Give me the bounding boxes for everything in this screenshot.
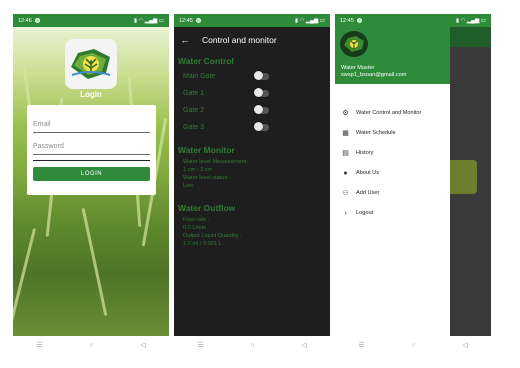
menu-label: Add User — [356, 190, 380, 196]
status-time: 12:45 — [340, 17, 354, 24]
home-icon[interactable]: ○ — [411, 342, 415, 349]
page-title: Control and monitor — [202, 34, 277, 45]
system-nav-bar: ☰ ○ ◁ — [13, 336, 169, 354]
status-icons: ▮ ◠ ▂▄▆ ▭ — [134, 17, 164, 24]
notification-icon — [356, 18, 362, 23]
back-icon[interactable]: ◁ — [140, 341, 145, 349]
drawer-phone-screen: 12:45 ▮ ◠ ▂▄▆ ▭ Water Master swsp1_bsoan… — [335, 14, 491, 354]
user-email: swsp1_bsoan@gmail.com — [341, 72, 407, 78]
gate-2-toggle[interactable] — [254, 105, 269, 114]
back-icon[interactable]: ◁ — [301, 341, 306, 349]
gate-label: Gate 3 — [183, 123, 205, 131]
menu-item-add-user[interactable]: ⚇ Add User — [335, 185, 450, 201]
logo-icon — [344, 36, 364, 52]
status-icons: ▮ ◠ ▂▄▆ ▭ — [295, 17, 325, 24]
login-title: Login — [80, 90, 102, 99]
divider — [33, 160, 150, 161]
logo-icon — [71, 49, 111, 79]
avatar — [340, 31, 368, 57]
email-field[interactable]: Email — [33, 119, 150, 133]
menu-item-history[interactable]: ▤ History — [335, 145, 450, 161]
output-quantity-value: 1.0 ml / 0.001 L — [183, 241, 222, 247]
status-time: 12:45 — [179, 17, 193, 24]
status-bar: 12:46 ▮ ◠ ▂▄▆ ▭ — [13, 14, 169, 27]
gate-1-toggle[interactable] — [254, 88, 269, 97]
status-bar: 12:45 ▮ ◠ ▂▄▆ ▭ — [174, 14, 330, 27]
info-icon: ● — [343, 169, 348, 177]
password-field[interactable]: Password — [33, 141, 150, 155]
drawer-header: Water Master swsp1_bsoan@gmail.com — [335, 27, 450, 84]
water-control-heading: Water Control — [178, 56, 234, 66]
level-measurement-value: 1 cm - 3 cm — [183, 167, 213, 173]
calendar-icon: ▦ — [342, 130, 349, 137]
navigation-drawer: Water Master swsp1_bsoan@gmail.com ⚙ Wat… — [335, 27, 450, 336]
toolbar: ← Control and monitor — [174, 27, 330, 52]
menu-label: Logout — [356, 210, 374, 216]
level-status-value: Low — [183, 183, 194, 189]
gate-row: Gate 2 — [183, 104, 269, 116]
back-arrow-icon[interactable]: ← — [174, 35, 196, 45]
menu-item-logout[interactable]: › Logout — [335, 205, 450, 221]
status-bar: 12:45 ▮ ◠ ▂▄▆ ▭ — [335, 14, 491, 27]
gate-3-toggle[interactable] — [254, 122, 269, 131]
flow-rate-value: 0.0 L/min — [183, 225, 207, 231]
gate-label: Main Gate — [183, 72, 216, 80]
menu-item-about-us[interactable]: ● About Us — [335, 165, 450, 181]
recents-icon[interactable]: ☰ — [358, 341, 364, 349]
flow-rate-label: Flow rate : — [183, 217, 210, 223]
water-outflow-heading: Water Outflow — [178, 203, 236, 213]
back-icon[interactable]: ◁ — [462, 341, 467, 349]
control-phone-screen: 12:45 ▮ ◠ ▂▄▆ ▭ ← Control and monitor Wa… — [174, 14, 330, 354]
gate-row: Gate 3 — [183, 121, 269, 133]
system-nav-bar: ☰ ○ ◁ — [335, 336, 491, 354]
gate-label: Gate 1 — [183, 89, 205, 97]
menu-label: History — [356, 150, 374, 156]
menu-label: Water Control and Monitor — [356, 110, 422, 116]
menu-item-water-control[interactable]: ⚙ Water Control and Monitor — [335, 105, 450, 121]
level-status-label: Water level status: — [183, 175, 229, 181]
menu-item-water-schedule[interactable]: ▦ Water Schedule — [335, 125, 450, 141]
home-icon[interactable]: ○ — [250, 342, 254, 349]
water-monitor-heading: Water Monitor — [178, 145, 235, 155]
level-measurement-label: Water level Measurement: — [183, 159, 249, 165]
dimmed-logo — [447, 160, 477, 194]
home-icon[interactable]: ○ — [89, 342, 93, 349]
login-button[interactable]: LOGIN — [33, 167, 150, 181]
system-nav-bar: ☰ ○ ◁ — [174, 336, 330, 354]
gate-row: Main Gate — [183, 70, 269, 82]
menu-label: Water Schedule — [356, 130, 396, 136]
login-card: Email Password LOGIN — [27, 105, 156, 195]
gear-icon: ⚙ — [342, 110, 349, 117]
gate-row: Gate 1 — [183, 87, 269, 99]
user-name: Water Master — [341, 65, 375, 71]
add-person-icon: ⚇ — [342, 190, 349, 197]
recents-icon[interactable]: ☰ — [36, 341, 42, 349]
notification-icon — [34, 18, 40, 23]
chevron-right-icon: › — [344, 209, 347, 217]
app-logo — [65, 39, 117, 89]
login-phone-screen: 12:46 ▮ ◠ ▂▄▆ ▭ Login Email Password LOG… — [13, 14, 169, 354]
library-icon: ▤ — [342, 150, 349, 157]
recents-icon[interactable]: ☰ — [197, 341, 203, 349]
menu-label: About Us — [356, 170, 380, 176]
status-time: 12:46 — [18, 17, 32, 24]
notification-icon — [195, 18, 201, 23]
gate-label: Gate 2 — [183, 106, 205, 114]
status-icons: ▮ ◠ ▂▄▆ ▭ — [456, 17, 486, 24]
main-gate-toggle[interactable] — [254, 71, 269, 80]
output-quantity-label: Output Liquid Quantity : — [183, 233, 242, 239]
